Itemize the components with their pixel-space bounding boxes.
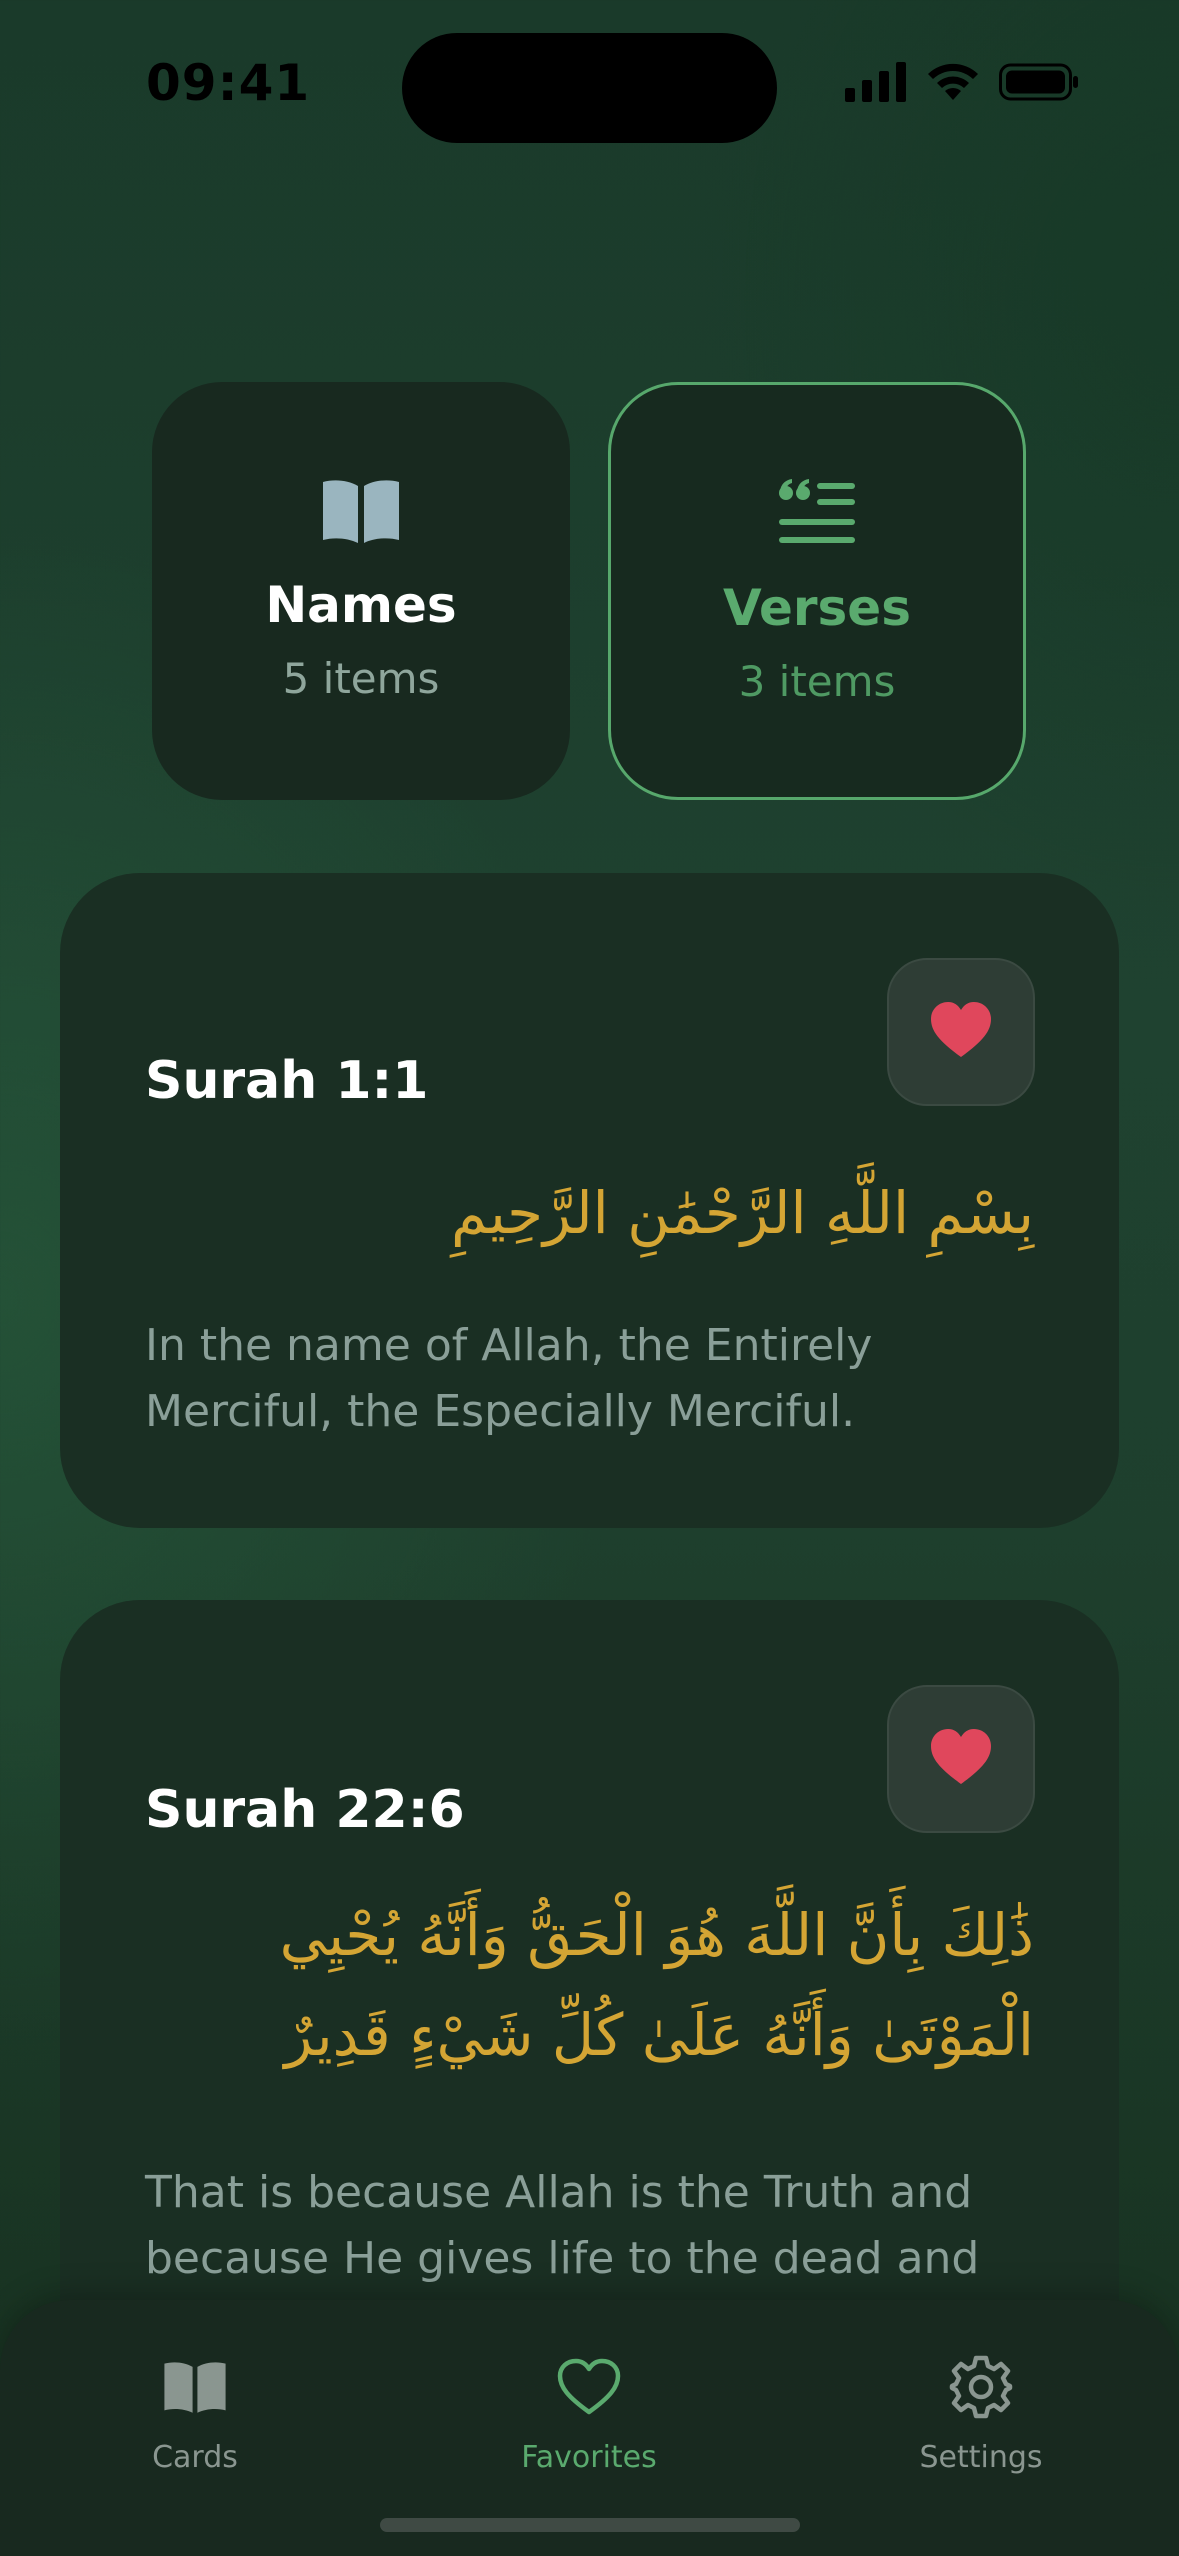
tab-label: Settings (919, 2440, 1043, 2475)
cellular-signal-icon (845, 62, 907, 106)
category-count: 3 items (738, 657, 896, 706)
verse-arabic-text: ذَٰلِكَ بِأَنَّ اللَّهَ هُوَ الْحَقُّ وَ… (279, 1901, 1034, 2069)
quote-lines-icon (777, 477, 857, 551)
verse-translation: That is because Allah is the Truth and b… (145, 2167, 980, 2284)
verse-card: Surah 1:1 بِسْمِ اللَّهِ الرَّحْمَٰنِ ال… (60, 873, 1119, 1528)
heart-filled-icon (929, 1001, 993, 1063)
status-icons (845, 62, 1079, 106)
tab-settings[interactable]: Settings (861, 2352, 1101, 2475)
tab-label: Cards (152, 2440, 238, 2475)
book-open-icon (320, 474, 402, 548)
home-indicator[interactable] (380, 2518, 800, 2532)
tab-favorites[interactable]: Favorites (469, 2352, 709, 2475)
heart-filled-icon (929, 1728, 993, 1790)
battery-icon (999, 62, 1079, 106)
tab-cards[interactable]: Cards (75, 2352, 315, 2475)
heart-outline-icon (557, 2352, 621, 2422)
category-count: 5 items (282, 654, 440, 703)
verse-reference: Surah 1:1 (145, 1051, 429, 1111)
dynamic-island (402, 33, 777, 143)
favorite-button[interactable] (887, 958, 1035, 1106)
category-card-verses[interactable]: Verses 3 items (608, 382, 1026, 800)
category-card-names[interactable]: Names 5 items (152, 382, 570, 800)
wifi-icon (925, 62, 981, 106)
gear-icon (948, 2352, 1014, 2422)
favorite-button[interactable] (887, 1685, 1035, 1833)
status-time: 09:41 (146, 54, 311, 112)
category-title: Verses (723, 579, 911, 637)
tab-label: Favorites (521, 2440, 657, 2475)
verse-reference: Surah 22:6 (145, 1780, 465, 1840)
verse-arabic-text: بِسْمِ اللَّهِ الرَّحْمَٰنِ الرَّحِيمِ (451, 1179, 1034, 1247)
category-title: Names (265, 576, 457, 634)
verse-translation: In the name of Allah, the Entirely Merci… (145, 1320, 873, 1437)
book-open-icon (162, 2352, 228, 2422)
